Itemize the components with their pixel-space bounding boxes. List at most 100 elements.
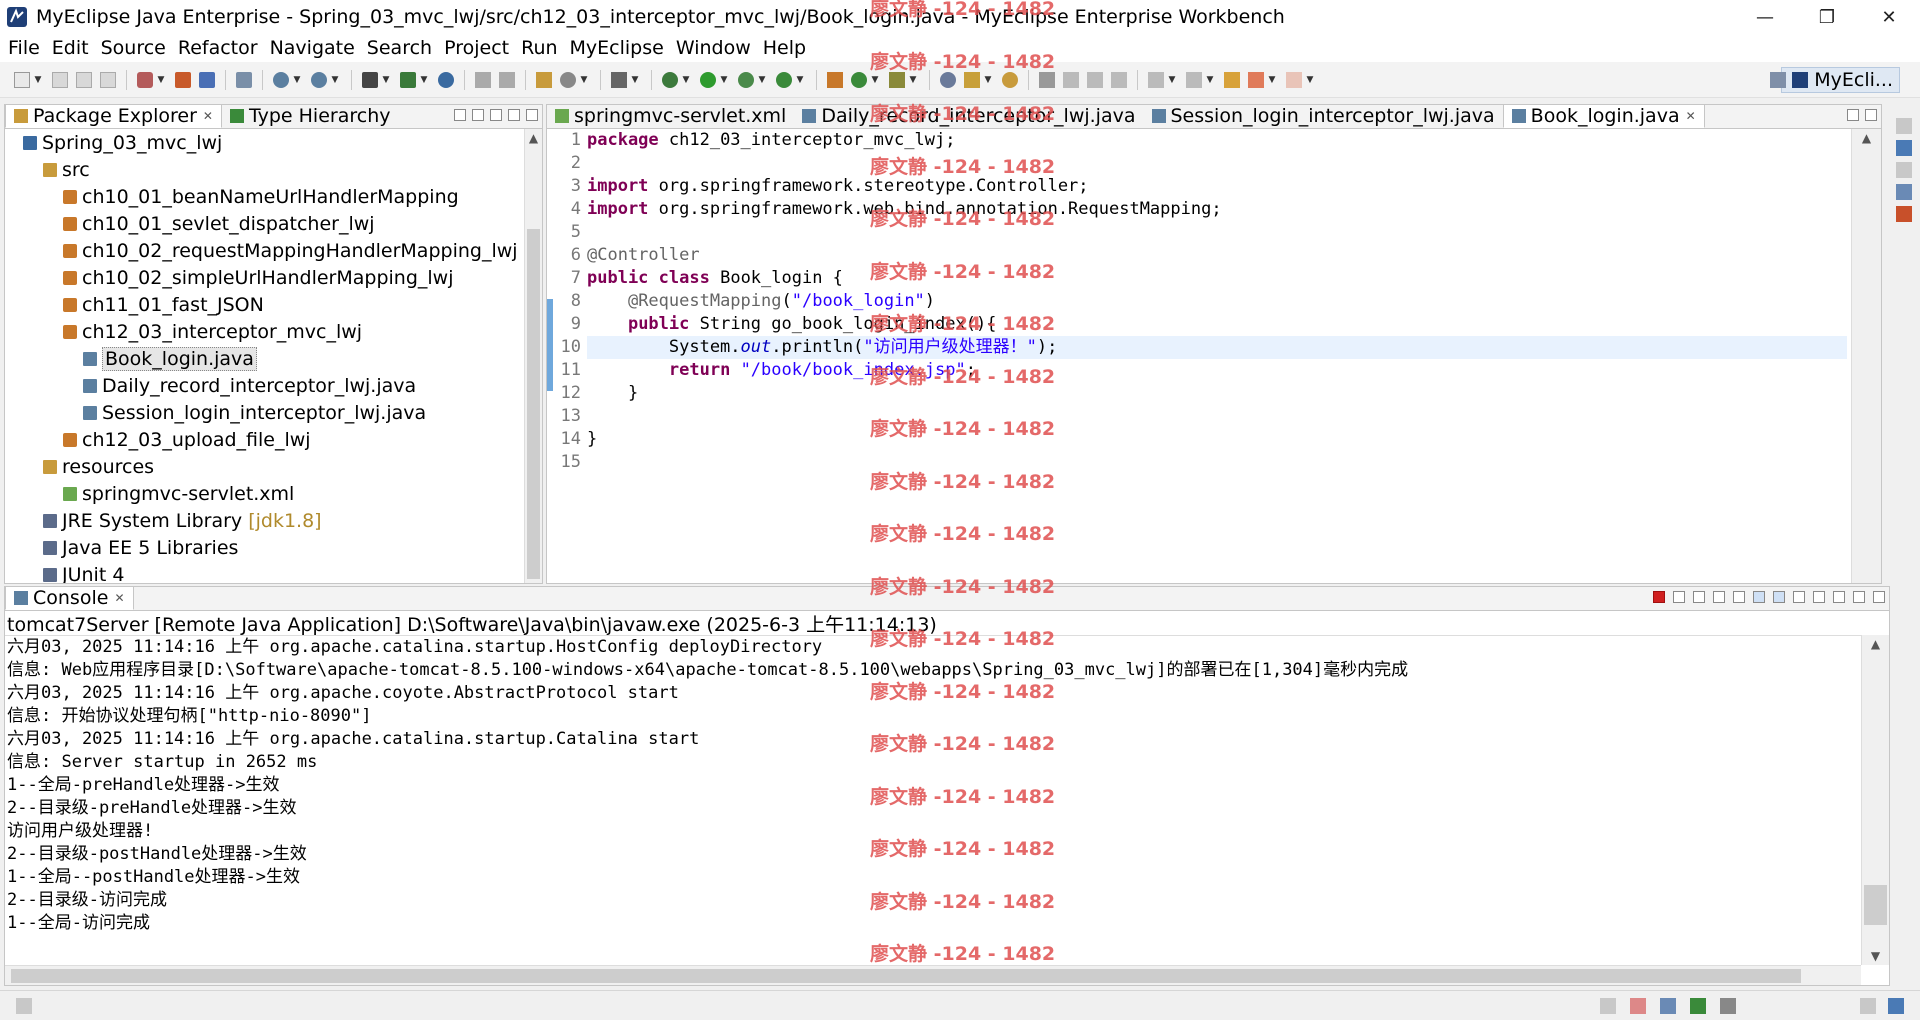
next-annotation-icon[interactable] [1148,71,1164,88]
maximize-editor-icon[interactable] [1865,109,1877,121]
status-icon-6[interactable] [1860,998,1876,1014]
status-icon-2[interactable] [1630,998,1646,1014]
tree-item[interactable]: Book_login.java [5,345,524,372]
new-interface-dropdown-icon[interactable]: ▼ [909,72,917,88]
menu-window[interactable]: Window [670,37,757,59]
browser-icon[interactable] [438,71,454,88]
palette-dropdown-icon[interactable]: ▼ [580,72,588,88]
back-dropdown-icon[interactable]: ▼ [1268,72,1276,88]
console-scrollbar[interactable]: ▲ ▼ [1861,635,1889,965]
editor-tab[interactable]: Daily_record_interceptor_lwj.java [794,104,1143,128]
forward-dropdown-icon[interactable]: ▼ [1306,72,1314,88]
editor-scrollbar[interactable]: ▲ [1851,129,1881,583]
search-dropdown-icon[interactable]: ▼ [984,72,992,88]
close-window-button[interactable]: ✕ [1858,0,1920,34]
minimize-view-icon[interactable] [508,109,520,121]
code-line[interactable]: public class Book_login { [587,267,1847,290]
code-line[interactable] [587,221,1847,244]
save-icon[interactable] [52,71,68,88]
menu-myeclipse[interactable]: MyEclipse [564,37,670,59]
open-type-icon[interactable] [362,71,378,88]
run-dropdown-icon[interactable]: ▼ [720,72,728,88]
coverage-icon[interactable] [738,71,754,88]
menu-refactor[interactable]: Refactor [172,37,264,59]
status-icon-3[interactable] [1660,998,1676,1014]
status-icon-1[interactable] [1600,998,1616,1014]
editor-tab[interactable]: springmvc-servlet.xml [547,104,794,128]
tree-item[interactable]: ch10_02_simpleUrlHandlerMapping_lwj [5,264,524,291]
code-line[interactable]: public String go_book_login_index(){ [587,313,1847,336]
screen-capture-dropdown-icon[interactable]: ▼ [631,72,639,88]
tree-item[interactable]: Daily_record_interceptor_lwj.java [5,372,524,399]
console-output[interactable]: 六月03, 2025 11:14:16 上午 org.apache.catali… [5,635,1861,965]
code-editor[interactable]: package ch12_03_interceptor_mvc_lwj; imp… [587,129,1847,583]
back-icon[interactable] [1248,71,1264,88]
block-select-icon[interactable] [1087,71,1103,88]
open-perspective-button-icon[interactable] [1770,72,1786,88]
prev-annotation-icon[interactable] [1186,71,1202,88]
show-on-stderr-icon[interactable] [1773,591,1785,603]
maximize-view-icon[interactable] [526,109,538,121]
new-java-class-icon[interactable] [851,71,867,88]
web-services-icon[interactable] [273,71,289,88]
search-web-dropdown-icon[interactable]: ▼ [331,72,339,88]
open-console-icon[interactable] [1833,591,1845,603]
deploy-icon[interactable] [175,71,191,88]
external-tools-dropdown-icon[interactable]: ▼ [796,72,804,88]
menu-help[interactable]: Help [757,37,812,59]
whitespace-icon[interactable] [1111,71,1127,88]
new-java-class-dropdown-icon[interactable]: ▼ [871,72,879,88]
tree-item[interactable]: resources [5,453,524,480]
clear-console-icon[interactable] [1713,591,1725,603]
tree-item[interactable]: springmvc-servlet.xml [5,480,524,507]
open-task-dropdown-icon[interactable]: ▼ [420,72,428,88]
code-line[interactable]: } [587,382,1847,405]
minimize-button[interactable]: — [1734,0,1796,34]
tree-item[interactable]: Spring_03_mvc_lwj [5,129,524,156]
menu-search[interactable]: Search [361,37,438,59]
code-line[interactable]: import org.springframework.web.bind.anno… [587,198,1847,221]
tab-type-hierarchy[interactable]: Type Hierarchy [222,104,399,128]
tree-item[interactable]: src [5,156,524,183]
code-line[interactable]: @Controller [587,244,1847,267]
next-annotation-dropdown-icon[interactable]: ▼ [1168,72,1176,88]
menu-source[interactable]: Source [95,37,172,59]
coverage-dropdown-icon[interactable]: ▼ [758,72,766,88]
status-icon-5[interactable] [1720,998,1736,1014]
terminate-icon[interactable] [1653,591,1665,603]
task-icon[interactable] [1002,71,1018,88]
code-line[interactable] [587,152,1847,175]
toggle-mark-icon[interactable] [1039,71,1055,88]
debug-icon[interactable] [662,71,678,88]
tab-console[interactable]: Console ✕ [5,586,134,610]
new-java-package-icon[interactable] [827,71,843,88]
external-tools-icon[interactable] [776,71,792,88]
new-project-icon[interactable] [137,71,153,88]
collapse-all-icon[interactable] [454,109,466,121]
menu-edit[interactable]: Edit [46,37,95,59]
close-editor-tab-icon[interactable]: ✕ [1686,109,1696,123]
display-console-icon[interactable] [1813,591,1825,603]
maximize-console-icon[interactable] [1873,591,1885,603]
search-icon[interactable] [964,71,980,88]
code-line[interactable]: } [587,428,1847,451]
minimize-editor-icon[interactable] [1847,109,1859,121]
status-icon-7[interactable] [1888,998,1904,1014]
open-task-icon[interactable] [400,71,416,88]
forward-nav-icon[interactable] [499,71,515,88]
open-resource-icon[interactable] [536,71,552,88]
close-tab-icon[interactable]: ✕ [203,109,213,123]
code-line[interactable]: return "/book/book_index.jsp"; [587,359,1847,382]
tree-item[interactable]: ch11_01_fast_JSON [5,291,524,318]
minimize-console-icon[interactable] [1853,591,1865,603]
editor-tab[interactable]: Book_login.java ✕ [1502,104,1705,128]
tree-item[interactable]: Session_login_interceptor_lwj.java [5,399,524,426]
open-type-dropdown-icon[interactable]: ▼ [382,72,390,88]
new-interface-icon[interactable] [889,71,905,88]
annotation-icon[interactable] [1063,71,1079,88]
scroll-lock-icon[interactable] [1733,591,1745,603]
new-dropdown-icon[interactable]: ▼ [34,72,42,88]
code-line[interactable] [587,451,1847,474]
task-list-icon[interactable] [1896,184,1912,200]
code-line[interactable]: package ch12_03_interceptor_mvc_lwj; [587,129,1847,152]
